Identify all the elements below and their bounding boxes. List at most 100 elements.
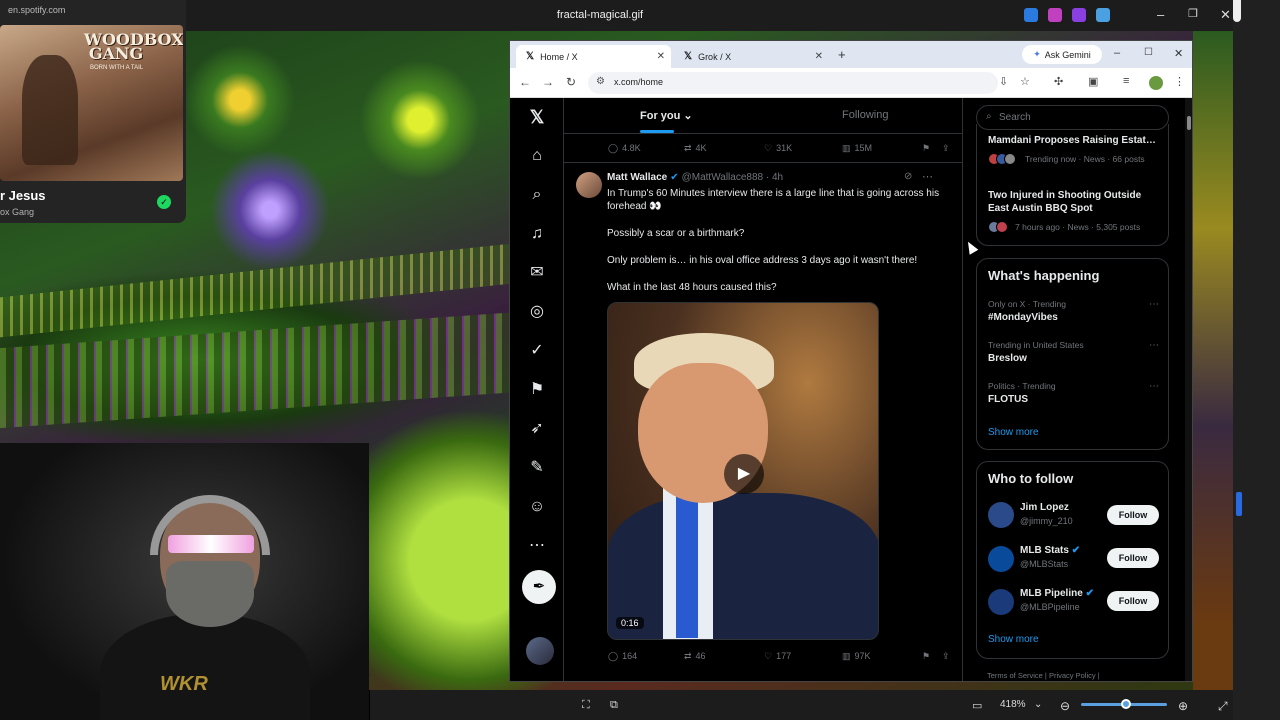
chevron-down-icon[interactable]: ⌄	[1034, 699, 1042, 710]
profile-avatar[interactable]	[1149, 76, 1163, 90]
share-icon[interactable]: ⇪	[942, 651, 950, 662]
album-figure	[22, 55, 78, 165]
fit-window-icon[interactable]: ▭	[972, 699, 982, 712]
close-tab-icon[interactable]: ✕	[815, 51, 823, 62]
photos-icon[interactable]	[1072, 8, 1086, 22]
account-avatar[interactable]	[988, 589, 1014, 615]
follow-button[interactable]: Follow	[1107, 548, 1159, 568]
trend-more-icon[interactable]: ⋯	[1149, 340, 1159, 351]
post-author[interactable]: Matt Wallace ✔ @MattWallace888 · 4h	[607, 172, 783, 183]
scrollbar-thumb[interactable]	[1187, 116, 1191, 130]
messages-icon[interactable]: ✉	[527, 263, 547, 283]
show-more-link[interactable]: Show more	[988, 427, 1039, 438]
extensions-icon[interactable]: ✣	[1054, 75, 1063, 88]
grok-explain-icon[interactable]: ⊘	[904, 171, 912, 182]
fullscreen-icon[interactable]: ⤢	[1218, 699, 1228, 714]
cloud-icon[interactable]	[1096, 8, 1110, 22]
account-avatar[interactable]	[988, 502, 1014, 528]
repost-button[interactable]: ⇄ 4K	[684, 143, 707, 154]
post-more-icon[interactable]: ⋯	[922, 170, 933, 183]
play-icon[interactable]: ▶	[724, 454, 764, 494]
trend-name[interactable]: FLOTUS	[988, 394, 1028, 405]
share-icon[interactable]: ⇪	[942, 143, 950, 154]
forward-icon[interactable]: →	[542, 75, 554, 89]
tab-following[interactable]: Following	[842, 109, 888, 121]
crop-icon[interactable]: ⧉	[610, 699, 618, 712]
articles-icon[interactable]: ✎	[527, 458, 547, 478]
follow-button[interactable]: Follow	[1107, 591, 1159, 611]
like-button[interactable]: ♡ 31K	[764, 143, 792, 154]
tab-grok-x[interactable]: 𝕏 Grok / X ✕	[674, 45, 829, 68]
track-title[interactable]: r Jesus	[0, 188, 46, 203]
trend-more-icon[interactable]: ⋯	[1149, 299, 1159, 310]
tab-search-icon[interactable]: ▣	[1088, 75, 1098, 88]
new-tab-icon[interactable]: +	[838, 47, 846, 62]
browser-window: 𝕏 Home / X ✕ 𝕏 Grok / X ✕ + ✦ Ask Gemini…	[509, 40, 1193, 682]
author-avatar[interactable]	[576, 172, 602, 198]
scrollbar[interactable]	[1185, 98, 1192, 681]
maximize-icon[interactable]: ❐	[1188, 7, 1198, 20]
zoom-slider-handle[interactable]	[1121, 699, 1131, 709]
back-icon[interactable]: ←	[519, 75, 531, 89]
jobs-rocket-icon[interactable]: ➶	[527, 419, 547, 439]
views-button[interactable]: ▥ 97K	[842, 651, 871, 662]
trend-more-icon[interactable]: ⋯	[1149, 381, 1159, 392]
tab-home-x[interactable]: 𝕏 Home / X ✕	[516, 45, 671, 68]
explore-search-icon[interactable]: ⌕	[527, 185, 547, 205]
media-icon[interactable]: ≡	[1123, 75, 1129, 87]
bookmarks-icon[interactable]: ⚑	[527, 380, 547, 400]
ai-icon[interactable]	[1048, 8, 1062, 22]
site-info-icon[interactable]: ⚙	[596, 76, 605, 87]
account-handle: @jimmy_210	[1020, 516, 1073, 526]
url-text[interactable]: x.com/home	[614, 77, 663, 87]
account-name[interactable]: Jim Lopez	[1020, 502, 1069, 513]
profile-icon[interactable]: ☺	[527, 497, 547, 517]
close-tab-icon[interactable]: ✕	[657, 51, 665, 62]
account-name[interactable]: MLB Stats ✔	[1020, 545, 1080, 556]
tab-for-you[interactable]: For you ⌄	[640, 109, 693, 122]
follow-button[interactable]: Follow	[1107, 505, 1159, 525]
compose-post-button[interactable]: ✒	[522, 570, 556, 604]
zoom-in-icon[interactable]: ⊕	[1178, 699, 1188, 713]
x-logo-icon[interactable]: 𝕏	[527, 107, 547, 127]
saved-check-icon[interactable]: ✓	[157, 195, 171, 209]
track-artist[interactable]: ox Gang	[0, 207, 34, 217]
home-icon[interactable]: ⌂	[527, 146, 547, 166]
footer-links[interactable]: Terms of Service | Privacy Policy |	[987, 671, 1100, 680]
zoom-out-icon[interactable]: ⊖	[1060, 699, 1070, 713]
reply-button[interactable]: ◯ 4.8K	[608, 143, 641, 154]
edit-icon[interactable]	[1024, 8, 1038, 22]
menu-icon[interactable]: ⋮	[1174, 75, 1185, 88]
ask-gemini-button[interactable]: ✦ Ask Gemini	[1022, 45, 1102, 64]
like-button[interactable]: ♡ 177	[764, 651, 791, 662]
trend-name[interactable]: Breslow	[988, 353, 1027, 364]
account-avatar[interactable]	[526, 637, 554, 665]
grok-icon[interactable]: ◎	[527, 302, 547, 322]
account-name[interactable]: MLB Pipeline ✔	[1020, 588, 1094, 599]
reply-button[interactable]: ◯ 164	[608, 651, 637, 662]
views-button[interactable]: ▥ 15M	[842, 143, 872, 154]
news-title[interactable]: Mamdani Proposes Raising Estat…	[988, 134, 1163, 147]
notifications-bell-icon[interactable]: ♫	[527, 224, 547, 244]
news-title[interactable]: Two Injured in Shooting Outside East Aus…	[988, 189, 1163, 215]
more-icon[interactable]: ⋯	[527, 536, 547, 556]
show-more-link[interactable]: Show more	[988, 634, 1039, 645]
close-icon[interactable]: ✕	[1174, 47, 1183, 60]
verified-icon[interactable]: ✓	[527, 341, 547, 361]
post-video[interactable]: ▶ 0:16	[607, 302, 879, 640]
adjacent-window-edge	[1233, 0, 1280, 720]
fit-icon[interactable]: ⛶	[582, 699, 590, 712]
bookmark-icon[interactable]: ⚑	[922, 143, 930, 154]
bookmark-icon[interactable]: ⚑	[922, 651, 930, 662]
close-icon[interactable]: ✕	[1220, 7, 1231, 23]
install-app-icon[interactable]: ⇩	[999, 75, 1008, 88]
account-avatar[interactable]	[988, 546, 1014, 572]
reload-icon[interactable]: ↻	[566, 75, 576, 89]
maximize-icon[interactable]: ☐	[1144, 47, 1153, 58]
minimize-icon[interactable]: –	[1114, 47, 1120, 59]
repost-button[interactable]: ⇄ 46	[684, 651, 706, 662]
bookmark-star-icon[interactable]: ☆	[1020, 75, 1030, 88]
trend-name[interactable]: #MondayVibes	[988, 312, 1058, 323]
zoom-level[interactable]: 418%	[1000, 699, 1026, 710]
minimize-icon[interactable]: –	[1157, 7, 1164, 22]
